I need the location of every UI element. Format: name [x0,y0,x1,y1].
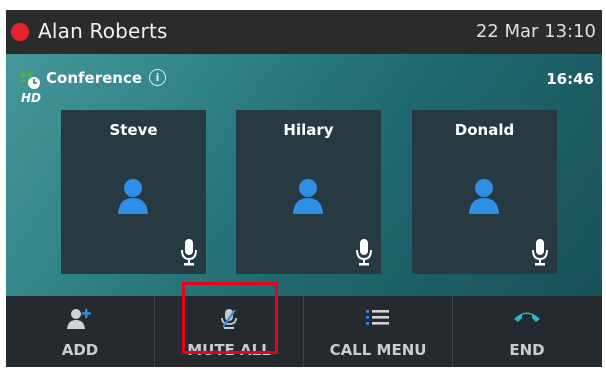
call-timer: 16:46 [546,70,594,88]
microphone-icon [532,239,548,266]
add-button[interactable]: ADD [6,296,154,367]
add-label: ADD [61,341,99,359]
person-icon [469,179,499,214]
menu-list-icon [366,310,389,325]
participant-tile[interactable]: Donald [412,110,557,274]
microphone-icon [181,239,197,266]
phone-screen: Alan Roberts 22 Mar 13:10 HD Conference … [6,10,602,367]
call-menu-label: CALL MENU [329,341,427,359]
participant-name: Hilary [283,121,334,139]
end-call-icon [514,312,540,322]
person-icon [118,179,148,214]
status-bar: Alan Roberts 22 Mar 13:10 [6,10,602,54]
participant-tile[interactable]: Hilary [236,110,381,274]
hd-audio-icon: HD [21,91,42,105]
microphone-icon [356,239,372,266]
person-icon [293,179,323,214]
participant-name: Donald [454,121,515,139]
participant-name: Steve [109,121,158,139]
conference-icon [19,71,40,89]
softkey-bar: ADD MUTE ALL CALL MENU END [6,296,602,367]
mute-all-highlight-box [182,282,278,354]
call-menu-button[interactable]: CALL MENU [303,296,452,367]
presence-status-icon [11,23,29,41]
info-icon[interactable]: i [149,69,166,86]
user-name: Alan Roberts [38,19,168,43]
add-participant-icon [67,309,91,329]
call-type-label: Conference [46,69,143,87]
end-label: END [509,341,545,359]
date-time: 22 Mar 13:10 [475,21,596,42]
participant-tile[interactable]: Steve [61,110,206,274]
end-call-button[interactable]: END [452,296,601,367]
